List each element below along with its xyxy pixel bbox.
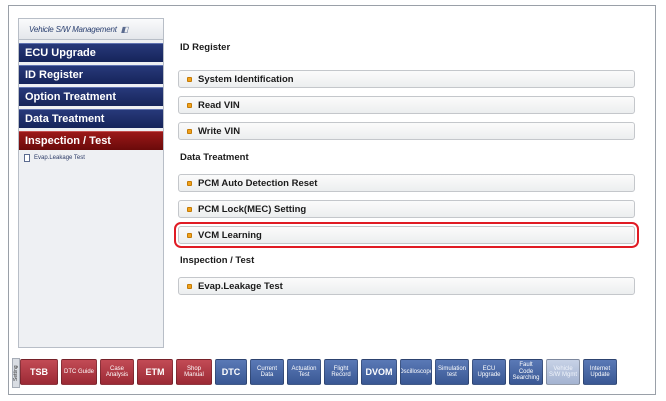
bullet-icon — [187, 76, 192, 82]
sidebar: Vehicle S/W Management ◧ ECU Upgrade ID … — [18, 18, 164, 348]
internet-update-button[interactable]: Internet Update — [583, 359, 617, 385]
bullet-icon — [187, 232, 192, 238]
bullet-icon — [187, 102, 192, 108]
menu-row-label: Write VIN — [198, 125, 241, 137]
menu-row-label: Read VIN — [198, 99, 240, 111]
document-icon — [24, 154, 30, 162]
menu-row-pcm-auto-detection-reset[interactable]: PCM Auto Detection Reset — [178, 174, 635, 192]
menu-row-pcm-lock-mec-setting[interactable]: PCM Lock(MEC) Setting — [178, 200, 635, 218]
section-title-data-treatment: Data Treatment — [180, 152, 249, 163]
case-analysis-button[interactable]: Case Analysis — [100, 359, 134, 385]
vehicle-sw-mgmt-button[interactable]: Vehicle S/W Mgmt — [546, 359, 580, 385]
bullet-icon — [187, 283, 192, 289]
sidebar-header-title: Vehicle S/W Management — [29, 24, 117, 34]
bullet-icon — [187, 128, 192, 134]
ecu-upgrade-button[interactable]: ECU Upgrade — [472, 359, 506, 385]
simulation-test-button[interactable]: Simulation test — [435, 359, 469, 385]
sidebar-item-ecu-upgrade[interactable]: ECU Upgrade — [19, 43, 163, 62]
setting-tab[interactable]: Setting — [12, 358, 20, 388]
menu-row-label: PCM Auto Detection Reset — [198, 177, 318, 189]
sidebar-header: Vehicle S/W Management ◧ — [19, 19, 163, 40]
flight-record-button[interactable]: Flight Record — [324, 359, 358, 385]
fault-code-searching-button[interactable]: Fault Code Searching — [509, 359, 543, 385]
bullet-icon — [187, 206, 192, 212]
menu-row-label: VCM Learning — [198, 229, 262, 241]
sidebar-item-label: Inspection / Test — [25, 135, 111, 147]
menu-row-vcm-learning[interactable]: VCM Learning — [174, 222, 639, 248]
tsb-button[interactable]: TSB — [20, 359, 58, 385]
sidebar-item-data-treatment[interactable]: Data Treatment — [19, 109, 163, 128]
dvom-button[interactable]: DVOM — [361, 359, 397, 385]
section-title-inspection-test: Inspection / Test — [180, 255, 255, 266]
menu-row-evap-leakage-test[interactable]: Evap.Leakage Test — [178, 277, 635, 295]
collapse-icon[interactable]: ◧ — [121, 25, 129, 34]
menu-row-label: Evap.Leakage Test — [198, 280, 283, 292]
sidebar-item-option-treatment[interactable]: Option Treatment — [19, 87, 163, 106]
sidebar-item-id-register[interactable]: ID Register — [19, 65, 163, 84]
oscilloscope-button[interactable]: Oscilloscope — [400, 359, 432, 385]
actuation-test-button[interactable]: Actuation Test — [287, 359, 321, 385]
sidebar-item-label: Data Treatment — [25, 113, 105, 125]
sidebar-subitem-label: Evap.Leakage Test — [34, 155, 85, 161]
sidebar-item-label: ECU Upgrade — [25, 47, 96, 59]
current-data-button[interactable]: Current Data — [250, 359, 284, 385]
menu-row-system-identification[interactable]: System Identification — [178, 70, 635, 88]
bottom-toolbar: TSB DTC Guide Case Analysis ETM Shop Man… — [20, 355, 652, 389]
section-title-id-register: ID Register — [180, 42, 231, 53]
etm-button[interactable]: ETM — [137, 359, 173, 385]
sidebar-item-inspection-test[interactable]: Inspection / Test — [19, 131, 163, 150]
menu-row-write-vin[interactable]: Write VIN — [178, 122, 635, 140]
menu-row-label: PCM Lock(MEC) Setting — [198, 203, 307, 215]
menu-row-read-vin[interactable]: Read VIN — [178, 96, 635, 114]
dtc-guide-button[interactable]: DTC Guide — [61, 359, 97, 385]
bullet-icon — [187, 180, 192, 186]
shop-manual-button[interactable]: Shop Manual — [176, 359, 212, 385]
menu-row-label: System Identification — [198, 73, 294, 85]
sidebar-item-label: Option Treatment — [25, 91, 117, 103]
dtc-button[interactable]: DTC — [215, 359, 247, 385]
main-panel: ID Register System Identification Read V… — [168, 18, 650, 348]
sidebar-item-label: ID Register — [25, 69, 84, 81]
sidebar-subitem-evap-leakage-test[interactable]: Evap.Leakage Test — [19, 153, 163, 163]
